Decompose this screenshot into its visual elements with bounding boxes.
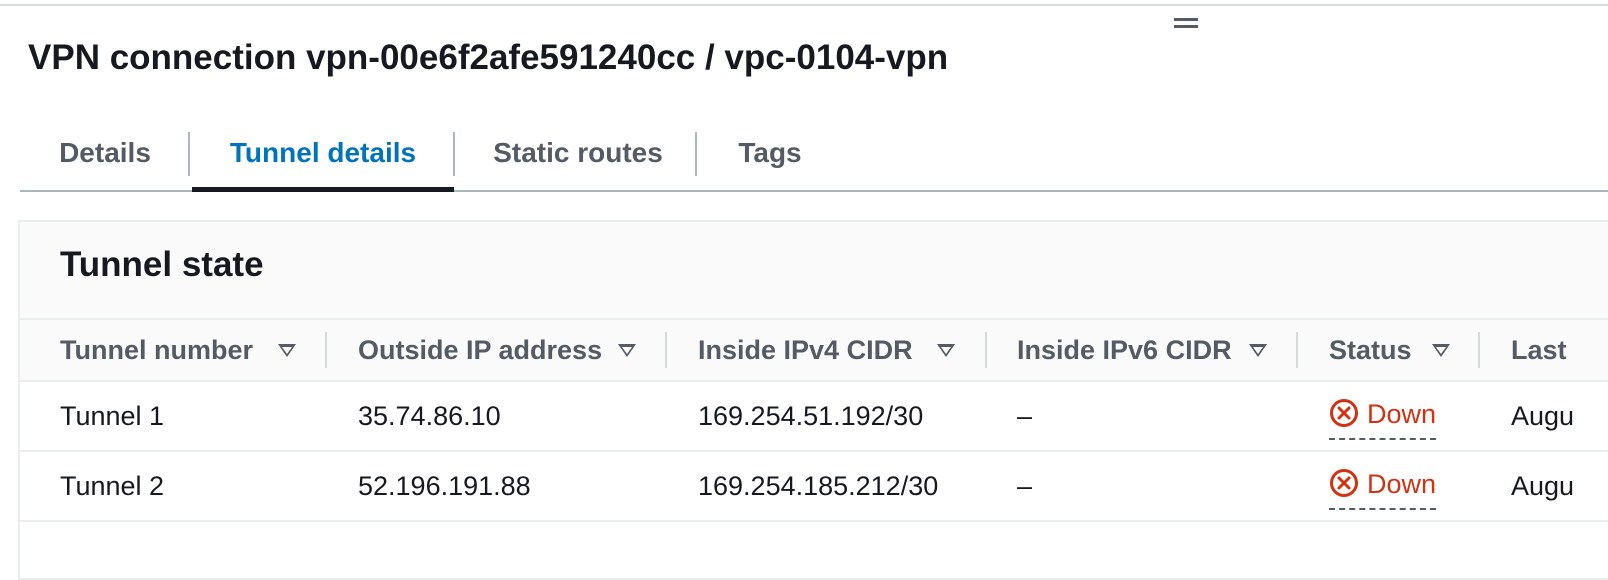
cell-last: Augu <box>1511 401 1575 431</box>
table-row: Tunnel 1 35.74.86.10 169.254.51.192/30 –… <box>20 382 1608 452</box>
cell-tunnel-number: Tunnel 1 <box>60 401 165 431</box>
column-separator[interactable] <box>985 332 987 368</box>
caret-down-icon[interactable] <box>618 344 636 357</box>
cell-inside-ipv4: 169.254.51.192/30 <box>698 401 924 431</box>
column-label: Last <box>1511 335 1567 365</box>
tab-list: Details Tunnel details Static routes Tag… <box>20 128 1608 192</box>
table-header: Tunnel number Outside IP address Inside … <box>20 320 1608 382</box>
drag-handle-icon[interactable] <box>1174 18 1198 32</box>
cell-last: Augu <box>1511 471 1575 501</box>
cell-outside-ip: 35.74.86.10 <box>358 401 501 431</box>
cell-inside-ipv6: – <box>1017 401 1033 431</box>
caret-down-icon[interactable] <box>1249 344 1267 357</box>
status-badge[interactable]: Down <box>1329 398 1437 440</box>
x-circle-icon <box>1330 469 1358 497</box>
tab-tunnel-details[interactable]: Tunnel details <box>192 128 454 192</box>
tab-static-routes[interactable]: Static routes <box>478 128 678 192</box>
tunnel-state-panel: Tunnel state Tunnel number Outside IP ad… <box>18 220 1608 580</box>
table-row: Tunnel 2 52.196.191.88 169.254.185.212/3… <box>20 452 1608 522</box>
panel-header: Tunnel state <box>20 222 1608 320</box>
tab-separator <box>188 132 190 176</box>
caret-down-icon[interactable] <box>1432 344 1450 357</box>
column-separator[interactable] <box>1296 332 1298 368</box>
cell-inside-ipv6: – <box>1017 471 1033 501</box>
x-circle-icon <box>1330 399 1358 427</box>
drag-handle-bar <box>1174 25 1198 28</box>
column-header-tunnel-number[interactable]: Tunnel number <box>60 320 310 380</box>
drag-handle-bar <box>1174 18 1198 21</box>
status-label: Down <box>1367 469 1437 499</box>
caret-down-icon[interactable] <box>278 344 296 357</box>
column-header-outside-ip[interactable]: Outside IP address <box>358 320 658 380</box>
column-header-status[interactable]: Status <box>1329 320 1479 380</box>
column-separator[interactable] <box>665 332 667 368</box>
column-header-inside-ipv4[interactable]: Inside IPv4 CIDR <box>698 320 978 380</box>
column-label: Outside IP address <box>358 335 603 365</box>
status-label: Down <box>1367 399 1437 429</box>
panel-title: Tunnel state <box>60 245 264 284</box>
column-separator[interactable] <box>325 332 327 368</box>
caret-down-icon[interactable] <box>937 344 955 357</box>
tab-details[interactable]: Details <box>40 128 170 192</box>
column-label: Inside IPv4 CIDR <box>698 335 913 365</box>
column-header-last[interactable]: Last <box>1511 320 1608 380</box>
tab-separator <box>695 132 697 176</box>
tab-separator <box>453 132 455 176</box>
page-title: VPN connection vpn-00e6f2afe591240cc / v… <box>28 38 949 77</box>
column-label: Inside IPv6 CIDR <box>1017 335 1232 365</box>
status-badge[interactable]: Down <box>1329 468 1437 510</box>
column-label: Status <box>1329 335 1412 365</box>
cell-outside-ip: 52.196.191.88 <box>358 471 531 501</box>
column-header-inside-ipv6[interactable]: Inside IPv6 CIDR <box>1017 320 1307 380</box>
tab-tags[interactable]: Tags <box>725 128 815 192</box>
column-label: Tunnel number <box>60 335 253 365</box>
cell-inside-ipv4: 169.254.185.212/30 <box>698 471 939 501</box>
top-border <box>0 0 1608 6</box>
cell-tunnel-number: Tunnel 2 <box>60 471 165 501</box>
column-separator[interactable] <box>1478 332 1480 368</box>
